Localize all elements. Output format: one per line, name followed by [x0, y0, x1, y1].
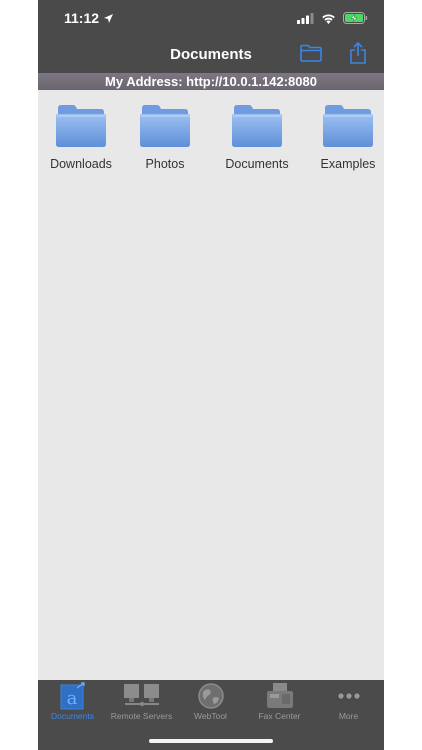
- folder-icon: [300, 44, 322, 67]
- tab-remote-servers[interactable]: Remote Servers: [107, 680, 176, 730]
- share-button[interactable]: [345, 41, 371, 69]
- status-icons: [297, 11, 368, 29]
- top-bar: 11:12 Documents: [38, 0, 384, 73]
- location-arrow-icon: [104, 10, 114, 26]
- status-time-text: 11:12: [64, 10, 100, 26]
- folder-icon: [139, 105, 191, 152]
- folder-photos[interactable]: Photos: [130, 104, 200, 171]
- tab-documents[interactable]: a Documents: [38, 680, 107, 730]
- status-time: 11:12: [64, 10, 114, 26]
- home-indicator[interactable]: [149, 739, 273, 743]
- svg-text:a: a: [66, 688, 77, 709]
- file-browser[interactable]: Downloads Photos Documents Examples: [38, 90, 384, 680]
- cellular-signal-icon: [297, 11, 314, 29]
- folder-icon: [55, 105, 107, 152]
- folder-icon: [231, 105, 283, 152]
- nav-title: Documents: [170, 46, 252, 63]
- folder-label: Photos: [145, 157, 185, 171]
- share-icon: [349, 41, 367, 69]
- folder-label: Downloads: [50, 157, 112, 171]
- new-folder-button[interactable]: [298, 43, 324, 67]
- folder-documents[interactable]: Documents: [222, 104, 292, 171]
- wifi-icon: [321, 11, 336, 29]
- folder-icon: [322, 105, 374, 152]
- tab-label: More: [338, 711, 359, 721]
- battery-charging-icon: [343, 11, 368, 29]
- folder-downloads[interactable]: Downloads: [46, 104, 116, 171]
- tab-fax-center[interactable]: Fax Center: [245, 680, 314, 730]
- phone-screen: 11:12 Documents My Address: http://10.0.…: [38, 0, 384, 750]
- tab-more[interactable]: More: [314, 680, 383, 730]
- folder-label: Documents: [225, 157, 289, 171]
- folder-label: Examples: [320, 157, 376, 171]
- tab-webtool[interactable]: WebTool: [176, 680, 245, 730]
- server-address-bar: My Address: http://10.0.1.142:8080: [38, 73, 384, 90]
- folder-examples[interactable]: Examples: [313, 104, 383, 171]
